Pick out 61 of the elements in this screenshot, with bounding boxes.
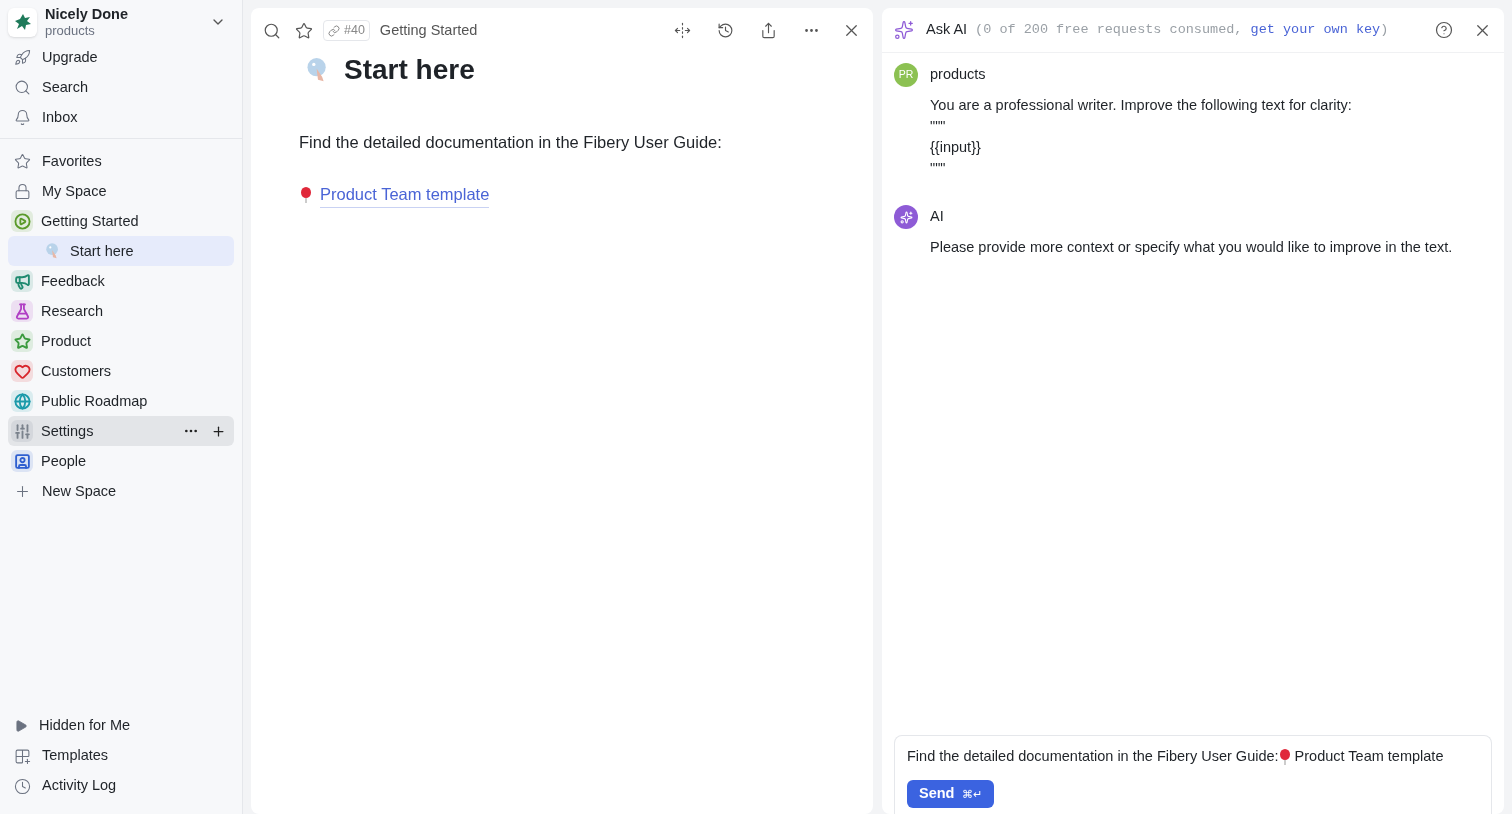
message-text: You are a professional writer. Improve the following text for clarity:: [930, 96, 1353, 115]
id-badge[interactable]: #40: [323, 20, 370, 41]
sidebar-item[interactable]: New Space: [8, 476, 234, 507]
message-text: """: [930, 117, 947, 136]
message-text: Please provide more context or specify what you would like to improve in the text.: [930, 238, 1454, 257]
usage-text: (0 of 200 free requests consumed,: [975, 21, 1244, 37]
send-button[interactable]: Send ⌘↵: [907, 780, 995, 808]
balloon-icon: [1278, 749, 1291, 766]
sidebar-item[interactable]: Feedback: [8, 266, 234, 297]
usage-text: ): [1380, 21, 1389, 37]
sidebar-item[interactable]: Activity Log: [8, 771, 234, 801]
history-icon[interactable]: [717, 22, 734, 39]
resize-icon[interactable]: [674, 22, 691, 39]
get-key-link[interactable]: get your own key: [1250, 21, 1381, 37]
document-paragraph: Find the detailed documentation in the Fibery User Guide:: [298, 132, 723, 153]
sidebar-item[interactable]: Hidden for Me: [8, 711, 234, 741]
search-icon[interactable]: [263, 21, 281, 40]
sparkles-icon: [894, 20, 914, 40]
prompt-text: Find the detailed documentation in the Fibery User Guide:: [907, 747, 1279, 767]
workspace-logo[interactable]: [8, 7, 37, 37]
message-text: """: [930, 159, 947, 178]
sidebar-item[interactable]: Settings: [8, 416, 234, 447]
workspace-name: Nicely Done: [45, 5, 129, 24]
help-icon[interactable]: [1435, 21, 1453, 39]
plus-icon[interactable]: [211, 423, 226, 439]
sidebar-item[interactable]: Search: [8, 72, 234, 103]
sidebar-item[interactable]: Customers: [8, 356, 234, 387]
message-text: {{input}}: [930, 138, 982, 157]
sidebar-item[interactable]: Product: [8, 326, 234, 357]
lock-icon: [14, 182, 31, 200]
prompt-field[interactable]: Find the detailed documentation in the Fibery User Guide: Product Team template Send ⌘↵: [894, 735, 1492, 814]
clock-icon: [14, 777, 31, 795]
message-author: products: [930, 65, 986, 85]
template-link[interactable]: Product Team template: [320, 181, 490, 208]
panel-title: Ask AI: [926, 20, 968, 40]
rocket-icon: [14, 48, 31, 66]
document-title: Start here: [344, 53, 475, 87]
sidebar-item[interactable]: Inbox: [8, 102, 234, 133]
sidebar-item[interactable]: Upgrade: [8, 42, 234, 73]
sidebar-item[interactable]: Favorites: [8, 146, 234, 177]
prompt-text: Product Team template: [1293, 747, 1444, 767]
sidebar-item[interactable]: My Space: [8, 176, 234, 207]
sidebar-item[interactable]: Research: [8, 296, 234, 327]
shapes-icon: [14, 747, 31, 765]
caret-icon: [14, 719, 28, 733]
balloon-icon: [300, 186, 312, 203]
workspace-subtitle: products: [45, 23, 96, 40]
star-icon[interactable]: [295, 21, 313, 40]
sidebar-item[interactable]: Start here: [8, 236, 234, 267]
sidebar-item[interactable]: People: [8, 446, 234, 477]
ai-avatar: [894, 205, 918, 229]
share-icon[interactable]: [760, 22, 777, 39]
user-avatar: PR: [894, 63, 918, 87]
message-author: AI: [930, 207, 944, 227]
bell-icon: [14, 108, 31, 126]
breadcrumb-link[interactable]: Getting Started: [379, 19, 478, 42]
sidebar-item[interactable]: Public Roadmap: [8, 386, 234, 417]
sidebar-item[interactable]: Getting Started: [8, 206, 234, 237]
sidebar-item[interactable]: Templates: [8, 741, 234, 771]
star-icon: [14, 152, 31, 170]
search-icon: [14, 78, 31, 96]
